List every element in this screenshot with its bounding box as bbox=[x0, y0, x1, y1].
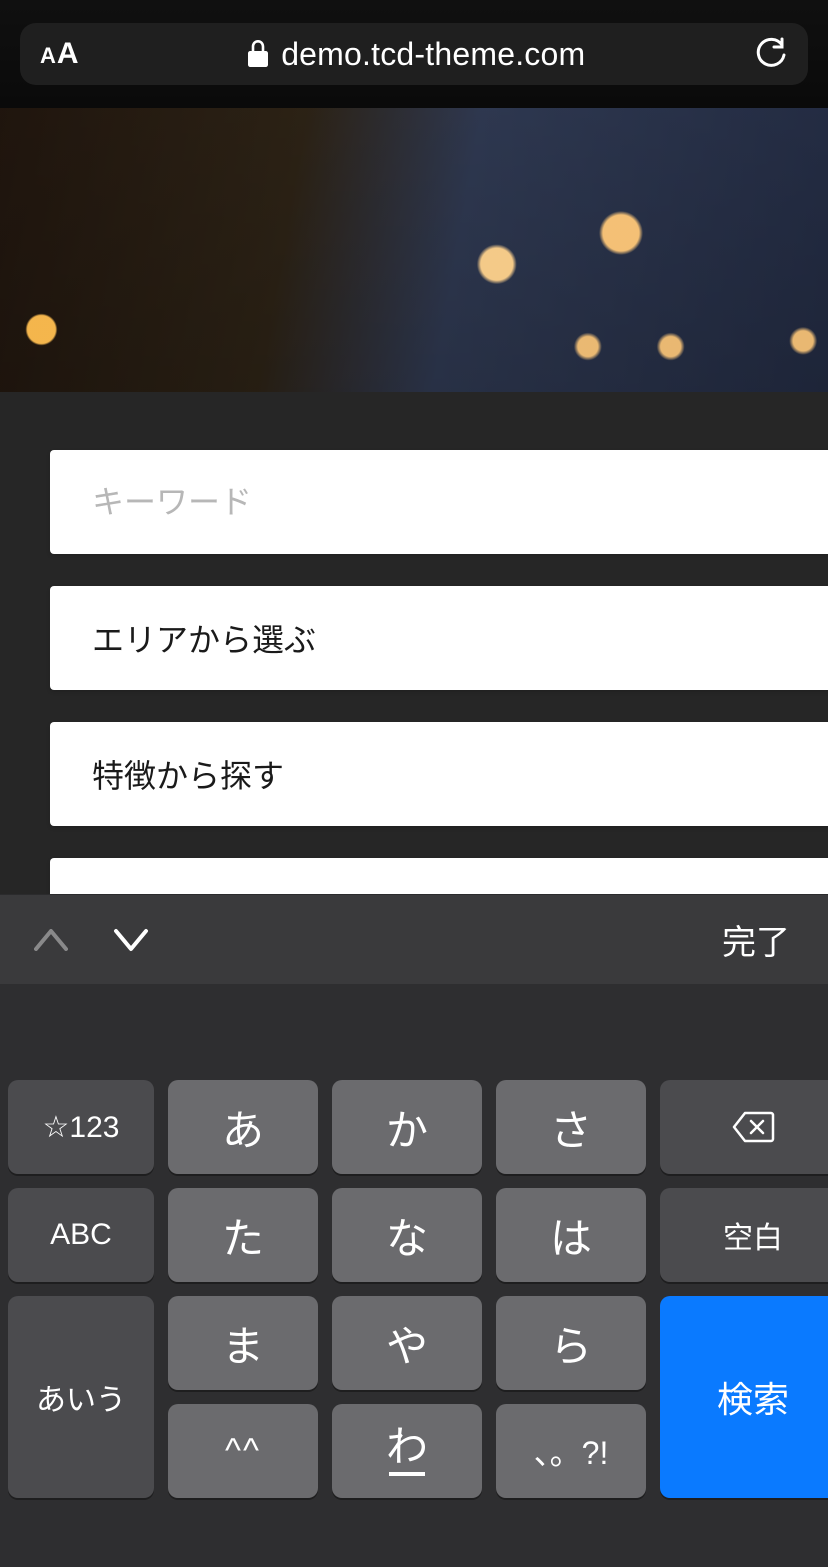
feature-select-card[interactable]: 特徴から探す bbox=[50, 722, 828, 826]
reload-icon[interactable] bbox=[754, 37, 788, 71]
key-abc[interactable]: ABC bbox=[8, 1188, 154, 1282]
hero-image bbox=[0, 108, 828, 392]
key-ha[interactable]: は bbox=[496, 1188, 646, 1282]
keyboard-done-button[interactable]: 完了 bbox=[722, 915, 790, 964]
browser-address-bar: AA demo.tcd-theme.com bbox=[0, 0, 828, 108]
keyword-input[interactable] bbox=[92, 484, 786, 521]
key-num-symbol[interactable]: ☆123 bbox=[8, 1080, 154, 1174]
key-wa[interactable]: わ bbox=[332, 1404, 482, 1498]
key-space[interactable]: 空白 bbox=[660, 1188, 828, 1282]
key-kana-toggle[interactable]: あいう bbox=[8, 1296, 154, 1498]
keyword-card[interactable] bbox=[50, 450, 828, 554]
key-ta[interactable]: た bbox=[168, 1188, 318, 1282]
key-ra[interactable]: ら bbox=[496, 1296, 646, 1390]
address-pill[interactable]: AA demo.tcd-theme.com bbox=[20, 23, 808, 85]
key-punct[interactable]: 、。?! bbox=[496, 1404, 646, 1498]
feature-select-label: 特徴から探す bbox=[92, 751, 284, 797]
key-na[interactable]: な bbox=[332, 1188, 482, 1282]
area-select-label: エリアから選ぶ bbox=[92, 615, 316, 661]
prev-field-icon[interactable] bbox=[28, 917, 74, 963]
key-ya[interactable]: や bbox=[332, 1296, 482, 1390]
url-area[interactable]: demo.tcd-theme.com bbox=[97, 36, 736, 73]
keyboard-accessory-bar: 完了 bbox=[0, 894, 828, 984]
key-backspace[interactable] bbox=[660, 1080, 828, 1174]
text-size-button[interactable]: AA bbox=[40, 37, 79, 71]
key-a[interactable]: あ bbox=[168, 1080, 318, 1174]
soft-keyboard: ☆123 あ か さ ABC た な は 空白 あいう ま や ら 検索 ^^ … bbox=[0, 1074, 828, 1567]
field-nav-arrows bbox=[28, 917, 154, 963]
backspace-icon bbox=[731, 1110, 775, 1144]
key-sa[interactable]: さ bbox=[496, 1080, 646, 1174]
key-emoticon[interactable]: ^^ bbox=[168, 1404, 318, 1498]
area-select-card[interactable]: エリアから選ぶ bbox=[50, 586, 828, 690]
lock-icon bbox=[247, 40, 269, 68]
filter-section: エリアから選ぶ 特徴から探す 特集から選ぶ bbox=[0, 392, 828, 962]
key-ma[interactable]: ま bbox=[168, 1296, 318, 1390]
next-field-icon[interactable] bbox=[108, 917, 154, 963]
keyboard-candidate-bar bbox=[0, 984, 828, 1074]
key-ka[interactable]: か bbox=[332, 1080, 482, 1174]
url-text: demo.tcd-theme.com bbox=[281, 36, 585, 73]
key-search[interactable]: 検索 bbox=[660, 1296, 828, 1498]
